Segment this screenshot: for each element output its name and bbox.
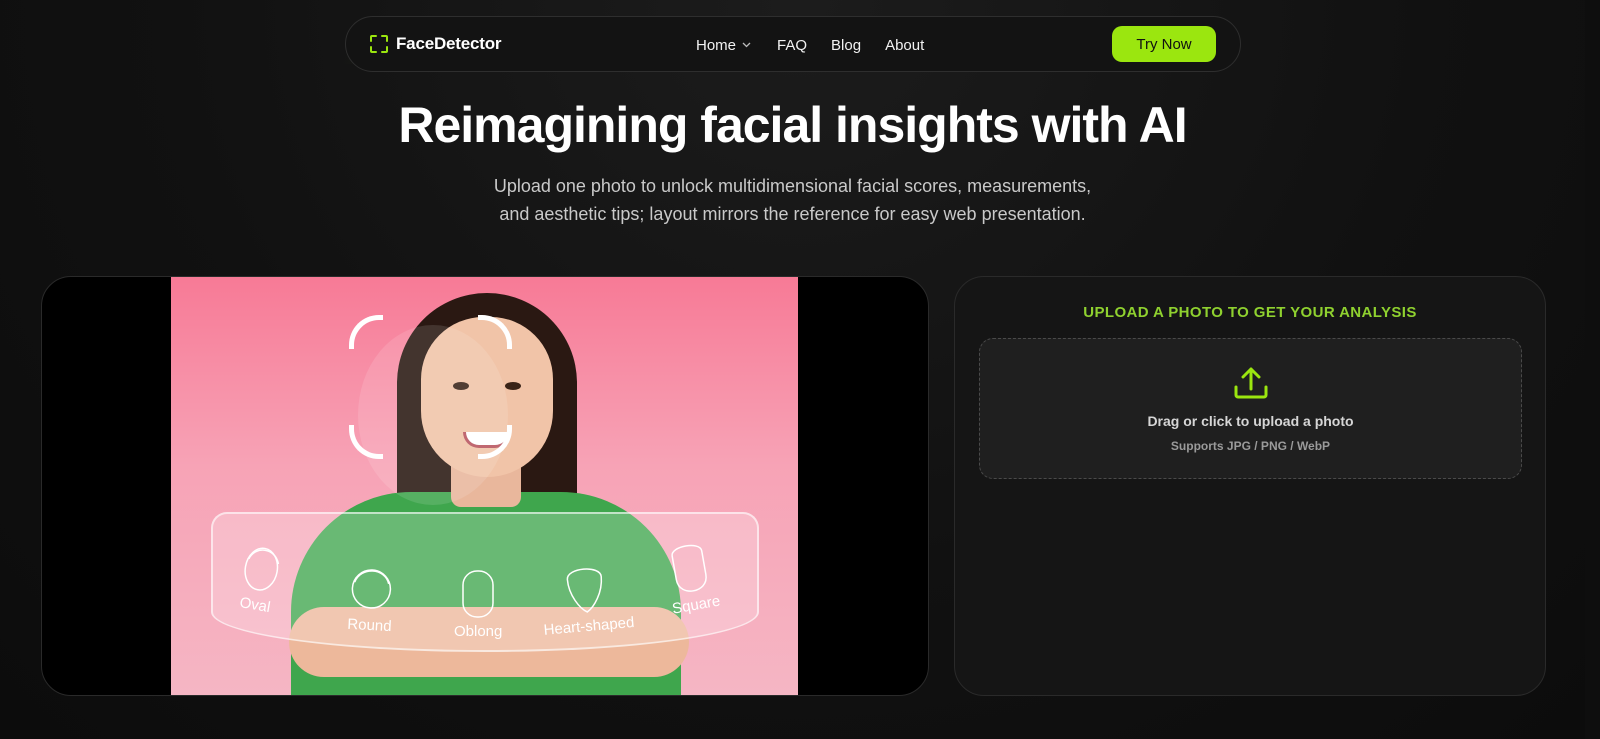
nav-link-blog[interactable]: Blog	[831, 37, 861, 54]
face-outline-icon	[462, 570, 494, 618]
face-shape-heart: Heart-shaped	[538, 556, 635, 639]
nav-links: Home FAQ Blog About	[696, 17, 924, 73]
face-shape-label: Round	[346, 615, 392, 636]
upload-card: UPLOAD A PHOTO TO GET YOUR ANALYSIS Drag…	[954, 276, 1546, 696]
hero-subtitle: Upload one photo to unlock multidimensio…	[440, 172, 1145, 228]
page-scroll-edge	[1585, 0, 1600, 739]
chevron-down-icon	[742, 42, 751, 48]
face-shape-round: Round	[346, 558, 396, 635]
hero-subtitle-line-2: and aesthetic tips; layout mirrors the r…	[499, 204, 1086, 224]
nav-link-home-label: Home	[696, 36, 737, 54]
face-outline-icon	[351, 569, 392, 609]
brand-name: FaceDetector	[396, 34, 502, 53]
scan-bracket-icon	[349, 425, 383, 459]
face-scan-icon	[370, 35, 388, 53]
face-shape-showcase-image: Oval Round Oblong Heart-shaped Square	[171, 277, 798, 695]
upload-heading: UPLOAD A PHOTO TO GET YOUR ANALYSIS	[1083, 304, 1417, 321]
hero-title: Reimagining facial insights with AI	[398, 97, 1187, 153]
face-shape-label: Oblong	[454, 623, 503, 640]
illustration-eye	[505, 382, 521, 390]
try-now-button[interactable]: Try Now	[1112, 26, 1216, 62]
scan-bracket-icon	[349, 315, 383, 349]
face-outline-icon	[671, 544, 708, 592]
nav-link-faq[interactable]: FAQ	[777, 37, 807, 54]
dropzone-hint: Supports JPG / PNG / WebP	[1170, 439, 1331, 453]
face-outline-icon	[567, 568, 603, 613]
nav-link-about[interactable]: About	[885, 37, 924, 54]
brand-logo[interactable]: FaceDetector	[370, 34, 502, 54]
face-scan-overlay	[358, 325, 508, 505]
hero-subtitle-line-1: Upload one photo to unlock multidimensio…	[493, 176, 1092, 196]
upload-icon	[1234, 367, 1268, 399]
face-outline-icon	[244, 547, 280, 591]
showcase-card: Oval Round Oblong Heart-shaped Square	[41, 276, 929, 696]
dropzone-text: Drag or click to upload a photo	[1147, 413, 1354, 429]
top-navbar: FaceDetector Home FAQ Blog About Try Now	[345, 16, 1241, 72]
face-shape-oblong: Oblong	[454, 565, 502, 640]
photo-dropzone[interactable]: Drag or click to upload a photo Supports…	[979, 338, 1522, 479]
nav-link-home[interactable]: Home	[696, 37, 751, 54]
